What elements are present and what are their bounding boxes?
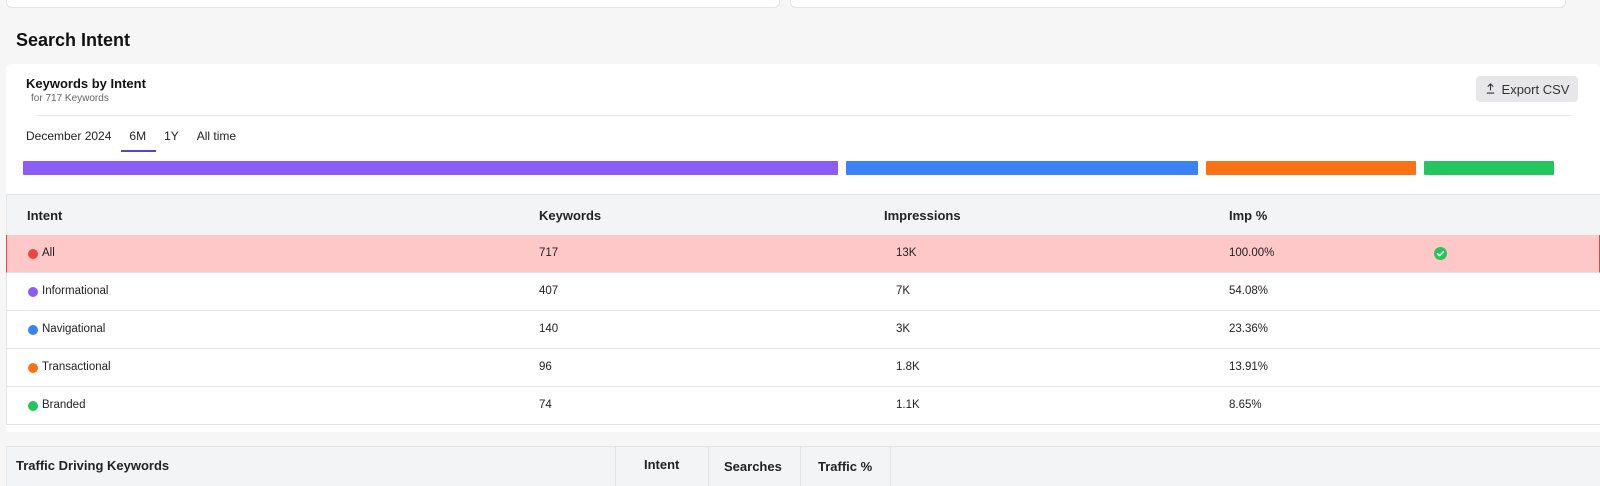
- imp-pct: 100.00%: [1229, 247, 1275, 259]
- keywords-count: 74: [539, 399, 552, 411]
- header-imp-pct: Imp %: [1229, 208, 1268, 223]
- intent-name: Informational: [42, 285, 109, 297]
- distribution-segment-informational: [23, 161, 838, 175]
- intent-dot-informational: [28, 287, 38, 297]
- panel-title: Keywords by Intent: [26, 76, 146, 91]
- header-traffic-pct[interactable]: Traffic %: [818, 459, 872, 474]
- top-card-left: [6, 0, 780, 8]
- table-row-transactional[interactable]: Transactional 96 1.8K 13.91%: [6, 349, 1600, 387]
- header-searches[interactable]: Searches: [724, 459, 782, 474]
- keywords-by-intent-panel: Keywords by Intent for 717 Keywords Expo…: [6, 64, 1600, 432]
- distribution-segment-transactional: [1206, 161, 1416, 175]
- keywords-count: 96: [539, 361, 552, 373]
- distribution-segment-navigational: [845, 161, 1199, 175]
- impressions-count: 3K: [896, 323, 911, 335]
- imp-pct: 13.91%: [1229, 361, 1269, 373]
- intent-name: Transactional: [42, 361, 111, 373]
- imp-pct: 8.65%: [1229, 399, 1262, 411]
- header-keywords: Keywords: [539, 208, 602, 223]
- tab-1y[interactable]: 1Y: [164, 126, 179, 152]
- table-header: Intent Keywords Impressions Imp %: [6, 194, 1600, 236]
- export-csv-button[interactable]: Export CSV: [1476, 76, 1578, 102]
- tab-december-2024[interactable]: December 2024: [26, 126, 111, 152]
- table-row-informational[interactable]: Informational 407 7K 54.08%: [6, 273, 1600, 311]
- section-title: Search Intent: [16, 30, 131, 50]
- upload-icon: [1485, 82, 1496, 97]
- impressions-count: 1.8K: [896, 361, 920, 373]
- keywords-count: 717: [539, 247, 559, 259]
- impressions-count: 13K: [896, 247, 917, 259]
- header-traffic-driving-keywords: Traffic Driving Keywords: [16, 458, 170, 473]
- tab-all-time[interactable]: All time: [197, 126, 236, 152]
- table-row-branded[interactable]: Branded 74 1.1K 8.65%: [6, 387, 1600, 425]
- table-row-all[interactable]: All 717 13K 100.00%: [6, 235, 1600, 273]
- period-tabs: December 2024 6M 1Y All time: [26, 126, 254, 152]
- distribution-segment-branded: [1423, 161, 1554, 175]
- intent-name: Navigational: [42, 323, 106, 335]
- column-divider: [615, 447, 616, 486]
- top-card-right: [790, 0, 1566, 8]
- column-divider: [890, 447, 891, 486]
- panel-subtitle: for 717 Keywords: [31, 93, 109, 104]
- column-divider: [708, 447, 709, 486]
- tab-6m[interactable]: 6M: [121, 126, 156, 152]
- check-circle-icon: [1434, 247, 1447, 260]
- intent-name: Branded: [42, 399, 86, 411]
- impressions-count: 1.1K: [896, 399, 920, 411]
- header-intent: Intent: [27, 208, 63, 223]
- keywords-count: 140: [539, 323, 559, 335]
- intent-dot-all: [28, 249, 38, 259]
- imp-pct: 23.36%: [1229, 323, 1269, 335]
- intent-dot-navigational: [28, 325, 38, 335]
- divider: [36, 115, 1572, 116]
- column-divider: [800, 447, 801, 486]
- keywords-count: 407: [539, 285, 559, 297]
- table-row-navigational[interactable]: Navigational 140 3K 23.36%: [6, 311, 1600, 349]
- export-csv-label: Export CSV: [1501, 81, 1570, 97]
- intent-dot-transactional: [28, 363, 38, 373]
- traffic-keywords-table-header: Traffic Driving Keywords Intent Searches…: [6, 446, 1600, 486]
- header-impressions: Impressions: [884, 208, 961, 223]
- intent-name: All: [42, 247, 55, 259]
- intent-dot-branded: [28, 401, 38, 411]
- impressions-count: 7K: [896, 285, 911, 297]
- imp-pct: 54.08%: [1229, 285, 1269, 297]
- header-intent[interactable]: Intent: [644, 457, 679, 472]
